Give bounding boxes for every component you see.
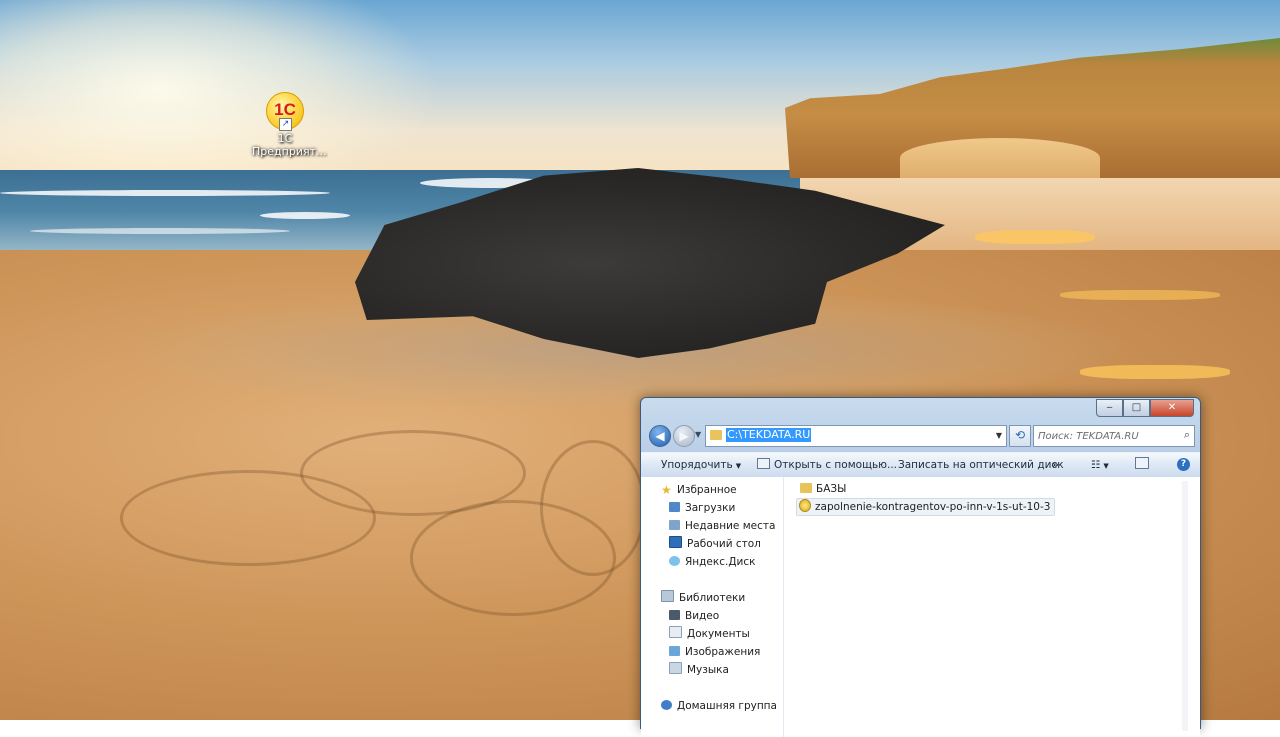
documents-icon: [669, 626, 682, 638]
forward-arrow-icon[interactable]: ▶: [673, 425, 695, 447]
list-item[interactable]: БАЗЫ: [798, 481, 850, 497]
back-arrow-icon[interactable]: ◀: [649, 425, 671, 447]
nav-item-downloads[interactable]: Загрузки: [669, 500, 735, 516]
nav-item-video[interactable]: Видео: [669, 608, 719, 624]
nav-label: Видео: [685, 610, 720, 622]
folder-icon: [710, 430, 722, 440]
music-icon: [669, 662, 682, 674]
nav-label: Домашняя группа: [677, 700, 777, 712]
organize-button[interactable]: Упорядочить ▼: [661, 453, 741, 477]
view-icon: ☷: [1091, 459, 1101, 471]
vertical-scrollbar[interactable]: [1182, 481, 1188, 731]
minimize-button[interactable]: ‒: [1096, 399, 1123, 417]
maximize-button[interactable]: □: [1123, 399, 1150, 417]
wallpaper-glint: [1080, 365, 1230, 379]
open-with-button[interactable]: Открыть с помощью...: [757, 453, 897, 477]
images-icon: [669, 646, 680, 656]
address-bar[interactable]: C:\TEKDATA.RU ▼: [705, 425, 1007, 447]
nav-label: Загрузки: [685, 502, 736, 514]
nav-item-music[interactable]: Музыка: [669, 662, 729, 678]
nav-item-favorites[interactable]: ★ Избранное: [661, 482, 737, 498]
organize-label: Упорядочить: [661, 459, 733, 471]
nav-item-homegroup[interactable]: Домашняя группа: [661, 698, 777, 714]
burn-button[interactable]: Записать на оптический диск: [898, 453, 1064, 477]
nav-label: Недавние места: [685, 520, 776, 532]
nav-label: Библиотеки: [679, 592, 746, 604]
desktop-shortcut-label-line1: 1С: [277, 132, 293, 145]
open-with-icon: [757, 458, 770, 469]
more-commands-button[interactable]: »: [1052, 453, 1059, 477]
address-value[interactable]: C:\TEKDATA.RU: [726, 428, 812, 442]
search-icon[interactable]: ⌕: [1184, 428, 1190, 442]
close-button[interactable]: ✕: [1150, 399, 1194, 417]
desktop-icon: [669, 536, 682, 548]
nav-item-yandex-disk[interactable]: Яндекс.Диск: [669, 554, 755, 570]
nav-label: Яндекс.Диск: [685, 556, 756, 568]
shortcut-arrow-icon: ↗: [279, 118, 292, 131]
nav-item-recent-places[interactable]: Недавние места: [669, 518, 775, 534]
open-with-label: Открыть с помощью...: [774, 459, 897, 471]
preview-pane-icon: [1135, 457, 1149, 469]
burn-label: Записать на оптический диск: [898, 459, 1064, 471]
desktop-shortcut-1c[interactable]: 1С ↗ 1С Предприят...: [252, 92, 327, 158]
nav-label: Избранное: [677, 484, 737, 496]
libraries-icon: [661, 590, 674, 602]
wallpaper-ripple: [120, 470, 376, 566]
search-input[interactable]: [1038, 428, 1172, 444]
wallpaper-foam: [0, 190, 330, 196]
wallpaper-ripple: [540, 440, 646, 576]
help-icon[interactable]: ?: [1177, 458, 1190, 471]
star-icon: ★: [661, 483, 672, 497]
navigation-pane: ★ Избранное Загрузки Недавние места Рабоч…: [641, 477, 784, 737]
wallpaper-glint: [975, 230, 1095, 244]
command-bar: Упорядочить ▼ Открыть с помощью... Записа…: [641, 452, 1200, 478]
desktop-shortcut-label-line2: Предприят...: [252, 145, 327, 158]
nav-label: Рабочий стол: [687, 538, 761, 550]
file-list: БАЗЫ zapolnenie-kontragentov-po-inn-v-1s…: [784, 477, 1190, 737]
wallpaper-dune: [900, 138, 1100, 178]
search-box[interactable]: ⌕: [1033, 425, 1195, 447]
downloads-icon: [669, 502, 680, 512]
explorer-panes: ★ Избранное Загрузки Недавние места Рабоч…: [641, 477, 1200, 737]
address-dropdown[interactable]: ▼: [992, 426, 1006, 446]
1c-file-icon: [799, 499, 811, 512]
recent-places-icon: [669, 520, 680, 530]
yandex-disk-icon: [669, 556, 680, 566]
nav-item-desktop[interactable]: Рабочий стол: [669, 536, 761, 552]
navigation-row: ◀ ▶ ▼ C:\TEKDATA.RU ▼ ⟲ ⌕: [647, 425, 1195, 447]
nav-label: Музыка: [687, 664, 729, 676]
wallpaper-foam: [260, 212, 350, 219]
homegroup-icon: [661, 700, 672, 710]
nav-item-documents[interactable]: Документы: [669, 626, 750, 642]
1c-logo-icon: 1С ↗: [266, 92, 304, 131]
refresh-icon[interactable]: ⟲: [1009, 425, 1031, 447]
desktop-shortcut-label: 1С Предприят...: [252, 132, 327, 158]
wallpaper-foam: [30, 228, 290, 234]
folder-icon: [800, 483, 812, 493]
chevron-down-icon: ▼: [1103, 462, 1109, 470]
preview-pane-button[interactable]: [1135, 453, 1153, 477]
recent-pages-dropdown[interactable]: ▼: [695, 430, 701, 439]
caption-buttons: ‒ □ ✕: [1096, 399, 1194, 417]
nav-label: Изображения: [685, 646, 761, 658]
file-name: zapolnenie-kontragentov-po-inn-v-1s-ut-1…: [815, 501, 1051, 513]
view-options-button[interactable]: ☷ ▼: [1091, 453, 1109, 477]
video-icon: [669, 610, 680, 620]
file-name: БАЗЫ: [816, 483, 847, 495]
1c-logo-text: 1С: [274, 100, 296, 119]
wallpaper-glint: [1060, 290, 1220, 300]
chevron-down-icon: ▼: [735, 462, 742, 470]
list-item[interactable]: zapolnenie-kontragentov-po-inn-v-1s-ut-1…: [796, 498, 1056, 516]
explorer-window: ‒ □ ✕ ◀ ▶ ▼ C:\TEKDATA.RU ▼ ⟲ ⌕ Упорядоч…: [640, 397, 1201, 737]
nav-label: Документы: [687, 628, 750, 640]
nav-item-libraries[interactable]: Библиотеки: [661, 590, 745, 606]
nav-item-images[interactable]: Изображения: [669, 644, 760, 660]
